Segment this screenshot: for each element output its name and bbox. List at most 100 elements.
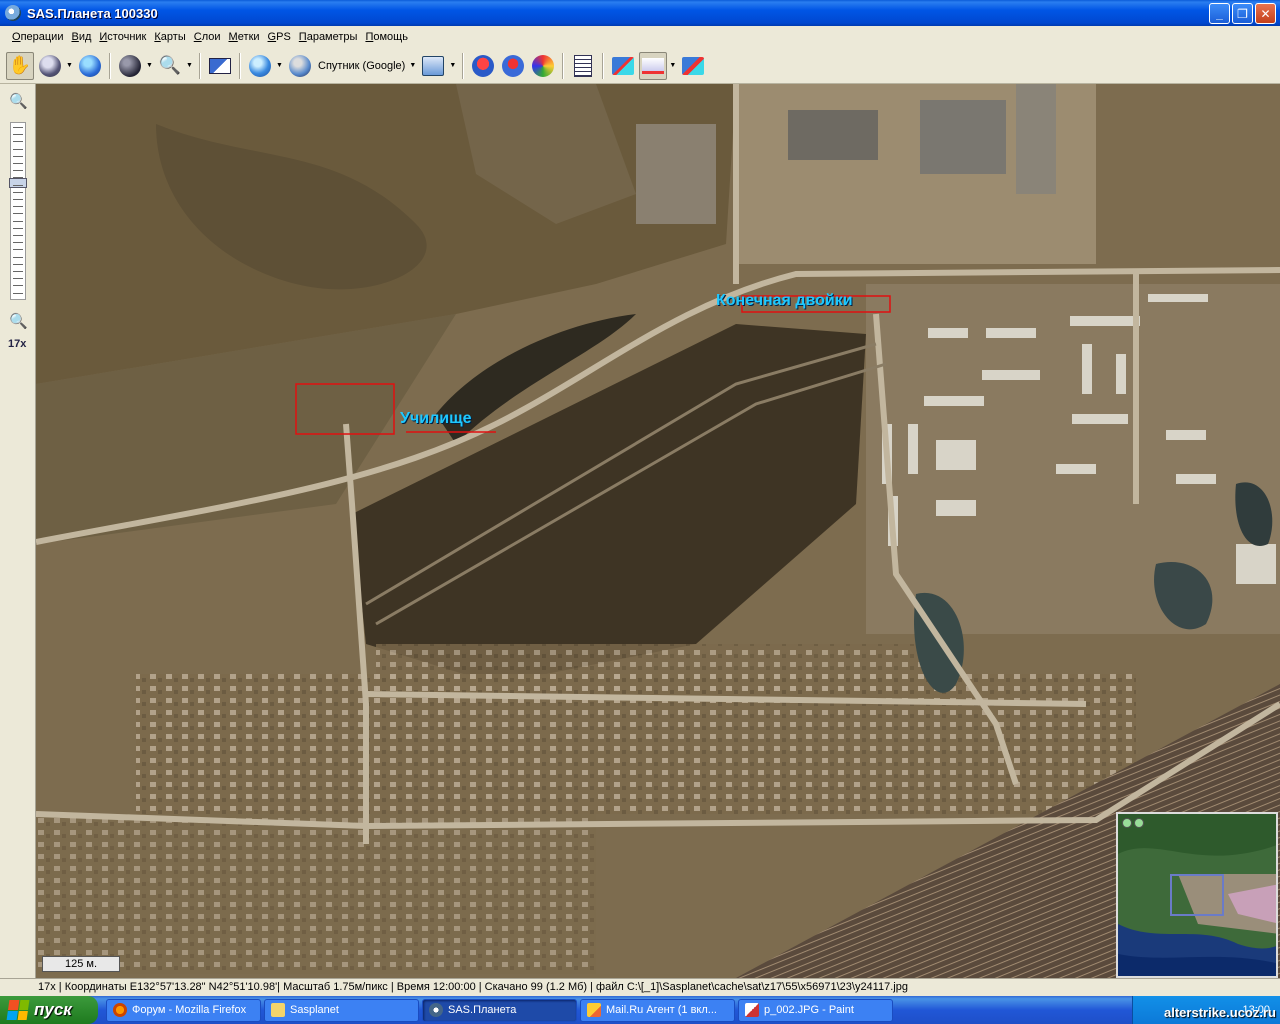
menu-layers[interactable]: Слои (190, 31, 225, 43)
app-icon (5, 5, 21, 21)
menu-settings[interactable]: Параметры (295, 31, 362, 43)
list-icon (574, 54, 593, 77)
taskbar-item-firefox[interactable]: Форум - Mozilla Firefox (106, 998, 261, 1022)
minimap-zoom-in-icon[interactable] (1122, 818, 1132, 828)
zoom-tick (13, 249, 23, 251)
minimize-button[interactable]: _ (1209, 3, 1230, 24)
add-polygon-button[interactable] (529, 52, 557, 80)
zoom-tick (13, 184, 23, 186)
fullscreen-button[interactable] (76, 52, 104, 80)
map-label-school[interactable]: Училище (400, 410, 471, 428)
zoom-slider[interactable] (9, 122, 27, 300)
zoom-tick (13, 155, 23, 157)
minimap-controls (1122, 818, 1144, 828)
zoom-tick (13, 170, 23, 172)
start-label: пуск (34, 1000, 72, 1019)
chevron-down-icon[interactable]: ▼ (449, 62, 457, 69)
chevron-down-icon[interactable]: ▼ (186, 62, 194, 69)
satellite-globe-icon (289, 54, 311, 77)
chevron-down-icon[interactable]: ▼ (669, 62, 677, 69)
toolbar-separator (109, 52, 111, 79)
image-icon (209, 57, 231, 74)
toolbar-separator (602, 52, 605, 79)
main-toolbar: ✋ ▼ ▼ 🔍 ▼ ▼ Спутник (Google) ▼ ▼ ▼ (0, 48, 1280, 84)
move-mode-button[interactable] (36, 52, 64, 80)
zoom-slider-thumb[interactable] (9, 177, 27, 188)
polygon-icon (532, 54, 555, 77)
map-label-terminal[interactable]: Конечная двойки (716, 292, 853, 310)
close-button[interactable]: ✕ (1255, 3, 1276, 24)
add-path-button[interactable] (499, 52, 527, 80)
hand-tool-button[interactable]: ✋ (6, 51, 34, 80)
chevron-down-icon[interactable]: ▼ (66, 62, 74, 69)
zoom-tick (13, 285, 23, 287)
move-globe-icon (39, 54, 61, 77)
add-placemark-button[interactable] (469, 52, 497, 80)
map-view[interactable]: Конечная двойки Училище 125 м. (36, 84, 1280, 978)
zoom-tick (13, 263, 23, 265)
gps-center-icon (682, 56, 705, 75)
zoom-level: 17x (8, 338, 27, 350)
zoom-tick (13, 177, 23, 179)
folder-icon (271, 1003, 285, 1017)
menu-maps[interactable]: Карты (150, 31, 189, 43)
zoom-tick (13, 148, 23, 150)
taskbar-item-mailru[interactable]: Mail.Ru Агент (1 вкл... (580, 998, 735, 1022)
chevron-down-icon[interactable]: ▼ (409, 62, 417, 69)
gps-track-button[interactable] (639, 51, 668, 80)
hand-icon: ✋ (8, 55, 32, 75)
zoom-out-icon[interactable]: 🔍 (9, 312, 28, 330)
zoom-tick (13, 235, 23, 236)
menu-marks[interactable]: Метки (225, 31, 264, 43)
status-bar: 17x | Координаты E132°57'13.28" N42°51'1… (0, 978, 1280, 996)
window-titlebar[interactable]: SAS.Планета 100330 _ ❐ ✕ (0, 0, 1280, 26)
zoom-in-icon[interactable]: 🔍 (9, 92, 28, 110)
gps-icon (612, 56, 635, 75)
zoom-tick (13, 256, 23, 258)
minimap-zoom-out-icon[interactable] (1134, 818, 1144, 828)
menu-gps[interactable]: GPS (264, 31, 295, 43)
satellite-imagery (36, 84, 1280, 978)
magnifier-icon: 🔍 (158, 55, 182, 75)
zoom-tick (13, 141, 23, 143)
zoom-tick (13, 271, 23, 272)
source-select[interactable]: Спутник (Google) (316, 60, 407, 72)
zoom-tick (13, 163, 23, 164)
menu-source[interactable]: Источник (95, 31, 150, 43)
scale-bar: 125 м. (42, 956, 120, 972)
source-globe-button[interactable] (246, 52, 274, 80)
start-button[interactable]: пуск (0, 996, 98, 1024)
chevron-down-icon[interactable]: ▼ (276, 62, 284, 69)
menu-bar: Операции Вид Источник Карты Слои Метки G… (0, 26, 1280, 48)
taskbar: пуск Форум - Mozilla Firefox Sasplanet S… (0, 996, 1280, 1024)
earth-icon (249, 54, 271, 77)
source-select-icon-button[interactable] (286, 52, 314, 80)
zoom-tick (13, 127, 23, 128)
taskbar-item-paint[interactable]: p_002.JPG - Paint (738, 998, 893, 1022)
zoom-tick (13, 292, 23, 294)
toolbar-separator (462, 52, 465, 79)
minimap-viewport[interactable] (1170, 874, 1224, 916)
menu-help[interactable]: Помощь (361, 31, 412, 43)
menu-operations[interactable]: Операции (8, 31, 67, 43)
zoom-tool-button[interactable]: 🔍 (156, 52, 184, 80)
zoom-tick (13, 242, 23, 244)
maximize-button[interactable]: ❐ (1232, 3, 1253, 24)
chevron-down-icon[interactable]: ▼ (146, 62, 154, 69)
minimap[interactable] (1116, 812, 1278, 978)
menu-view[interactable]: Вид (67, 31, 95, 43)
zoom-tick (13, 206, 23, 208)
sasplanet-icon (429, 1003, 443, 1017)
taskbar-item-folder[interactable]: Sasplanet (264, 998, 419, 1022)
taskbar-item-sasplanet[interactable]: SAS.Планета (422, 998, 577, 1022)
screenshot-button[interactable] (206, 52, 234, 80)
track-icon (642, 57, 665, 74)
zoom-tick (13, 220, 23, 222)
layers-button[interactable] (419, 52, 447, 80)
gps-connect-button[interactable] (609, 52, 637, 80)
gps-center-button[interactable] (679, 52, 707, 80)
marks-list-button[interactable] (569, 52, 597, 80)
zoom-tick (13, 134, 23, 136)
map-type-button[interactable] (116, 52, 144, 80)
globe-icon (79, 54, 101, 77)
